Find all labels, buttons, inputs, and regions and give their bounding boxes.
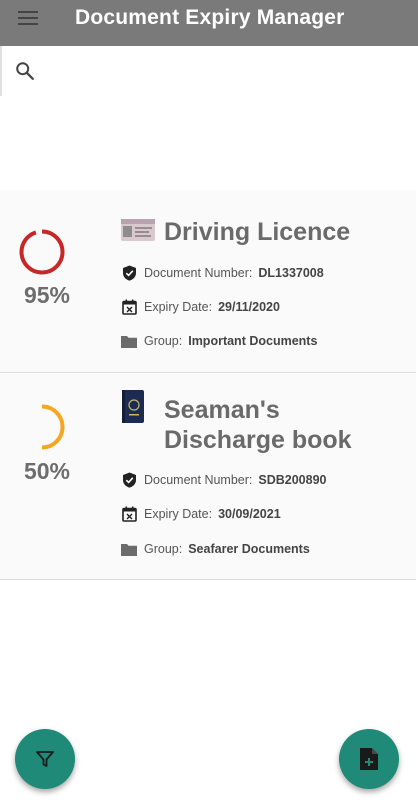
document-number: SDB200890 xyxy=(258,473,327,487)
expiry-date-row: Expiry Date: 30/09/2021 xyxy=(121,504,281,524)
add-document-button[interactable] xyxy=(339,729,399,789)
filter-button[interactable] xyxy=(15,729,75,789)
search-icon[interactable] xyxy=(14,60,36,82)
calendar-x-icon xyxy=(121,299,137,315)
folder-icon xyxy=(121,333,137,349)
document-number: DL1337008 xyxy=(258,266,324,280)
expiry-percent: 50% xyxy=(23,458,71,484)
licence-card-icon xyxy=(121,219,155,241)
expiry-gauge xyxy=(19,404,65,450)
document-card-driving-licence[interactable]: 95% Driving Licence Document Number: DL1… xyxy=(0,190,416,373)
document-card-seamans-discharge-book[interactable]: 50% Seaman's Discharge book Document Num… xyxy=(0,374,416,580)
document-title: Driving Licence xyxy=(164,218,351,246)
document-title: Seaman's Discharge book xyxy=(164,396,352,454)
app-title: Document Expiry Manager xyxy=(75,6,345,29)
passport-book-icon xyxy=(122,390,144,423)
shield-check-icon xyxy=(121,472,137,488)
expiry-date: 29/11/2020 xyxy=(218,300,280,314)
app-bar: Document Expiry Manager xyxy=(0,0,418,46)
folder-icon xyxy=(121,541,137,557)
search-bar xyxy=(0,46,418,96)
shield-check-icon xyxy=(121,265,137,281)
expiry-percent: 95% xyxy=(23,282,71,308)
group-row: Group: Important Documents xyxy=(121,331,317,351)
group-row: Group: Seafarer Documents xyxy=(121,539,310,559)
calendar-x-icon xyxy=(121,506,137,522)
menu-icon[interactable] xyxy=(16,8,42,30)
document-group: Seafarer Documents xyxy=(188,542,310,556)
document-group: Important Documents xyxy=(188,334,318,348)
document-number-row: Document Number: DL1337008 xyxy=(121,263,324,283)
expiry-date-row: Expiry Date: 29/11/2020 xyxy=(121,297,280,317)
add-document-icon xyxy=(360,748,378,770)
search-input[interactable] xyxy=(46,56,406,86)
filter-icon xyxy=(36,751,54,767)
expiry-gauge xyxy=(19,229,65,275)
expiry-date: 30/09/2021 xyxy=(218,507,281,521)
document-number-row: Document Number: SDB200890 xyxy=(121,470,326,490)
